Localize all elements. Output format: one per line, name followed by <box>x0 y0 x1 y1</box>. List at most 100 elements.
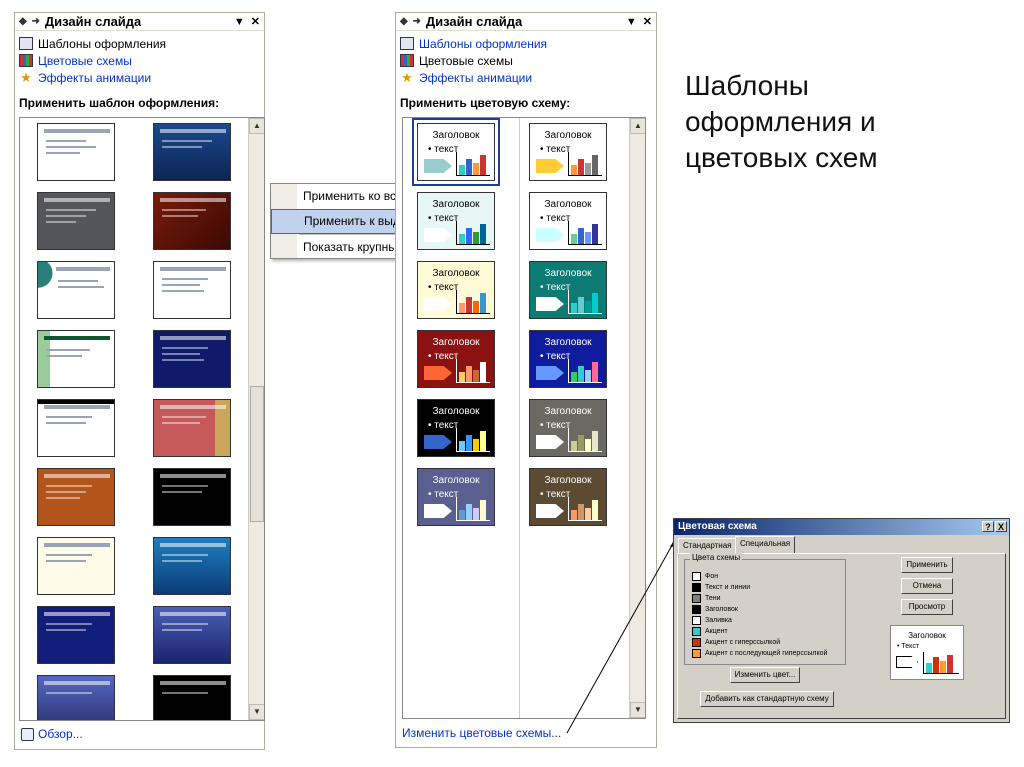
apply-button[interactable]: Применить <box>901 557 953 573</box>
right-pane-title-bar: ◆ ➜ Дизайн слайда ▼ ✕ <box>396 13 656 31</box>
scheme-color-row[interactable]: Заливка <box>692 615 732 626</box>
pane-menu-icon[interactable]: ▼ <box>234 16 245 28</box>
dialog-title-bar: Цветовая схема ? X <box>674 519 1009 535</box>
template-thumb[interactable] <box>37 675 115 720</box>
template-thumb[interactable] <box>37 192 115 250</box>
slide-title-line: Шаблоны <box>685 70 809 101</box>
help-icon[interactable]: ? <box>982 521 994 532</box>
preview-button[interactable]: Просмотр <box>901 599 953 615</box>
color-swatch <box>692 605 701 614</box>
template-thumb[interactable] <box>37 606 115 664</box>
link-color-schemes[interactable]: Цветовые схемы <box>400 52 656 69</box>
scheme-preview: Заголовок • Текст <box>890 625 964 680</box>
change-color-button[interactable]: Изменить цвет... <box>730 667 800 683</box>
tab-custom[interactable]: Специальная <box>735 536 796 553</box>
color-scheme-swatch[interactable]: Заголовок • текст <box>412 118 500 186</box>
add-standard-button[interactable]: Добавить как стандартную схему <box>700 691 834 707</box>
link-templates[interactable]: Шаблоны оформления <box>19 35 264 52</box>
template-thumb[interactable] <box>153 537 231 595</box>
color-scheme-swatch[interactable]: Заголовок • текст <box>417 330 495 388</box>
browse-link[interactable]: Обзор... <box>21 727 83 741</box>
scheme-color-row[interactable]: Текст и линии <box>692 582 750 593</box>
color-row-label: Акцент с гиперссылкой <box>705 638 781 646</box>
pane-menu-icon[interactable]: ▼ <box>626 16 637 28</box>
scheme-arrow-icon <box>424 504 452 518</box>
scheme-arrow-icon <box>536 435 564 449</box>
scheme-bar-chart-icon <box>456 221 490 245</box>
template-thumb[interactable] <box>153 123 231 181</box>
close-icon[interactable]: X <box>995 521 1007 532</box>
scheme-heading: Заголовок <box>432 130 480 141</box>
template-thumb[interactable] <box>37 537 115 595</box>
cancel-button[interactable]: Отмена <box>901 578 953 594</box>
scroll-down-icon[interactable]: ▼ <box>630 702 645 718</box>
color-scheme-dialog: Цветовая схема ? X Стандартная Специальн… <box>673 518 1010 723</box>
back-forward-icon[interactable]: ◆ ➜ <box>400 16 422 27</box>
template-thumb[interactable] <box>153 192 231 250</box>
scroll-up-icon[interactable]: ▲ <box>630 118 645 134</box>
scroll-thumb[interactable] <box>250 386 264 522</box>
template-thumb[interactable] <box>37 468 115 526</box>
scheme-heading: Заголовок <box>432 337 480 348</box>
template-thumb[interactable] <box>153 261 231 319</box>
color-scheme-swatch[interactable]: Заголовок • текст <box>417 261 495 319</box>
scheme-bar-chart-icon <box>456 428 490 452</box>
link-animation-effects[interactable]: ★ Эффекты анимации <box>400 69 656 86</box>
scheme-heading: Заголовок <box>544 199 592 210</box>
color-scheme-swatch[interactable]: Заголовок • текст <box>417 399 495 457</box>
color-scheme-swatch[interactable]: Заголовок • текст <box>529 261 607 319</box>
pane-close-icon[interactable]: ✕ <box>251 15 260 28</box>
scheme-bar-chart-icon <box>456 152 490 176</box>
scheme-bar-chart-icon <box>568 152 602 176</box>
color-scheme-swatch[interactable]: Заголовок • текст <box>529 399 607 457</box>
template-thumb[interactable] <box>153 330 231 388</box>
back-forward-icon[interactable]: ◆ ➜ <box>19 16 41 27</box>
template-thumb[interactable] <box>153 675 231 720</box>
link-templates[interactable]: Шаблоны оформления <box>400 35 656 52</box>
template-thumb[interactable] <box>37 261 115 319</box>
template-thumb[interactable] <box>37 123 115 181</box>
dialog-title: Цветовая схема <box>678 521 757 532</box>
scheme-text: • текст <box>540 351 571 362</box>
apply-color-scheme-label: Применить цветовую схему: <box>400 96 571 110</box>
link-color-schemes-label: Цветовые схемы <box>38 53 132 68</box>
browse-link-label: Обзор... <box>38 727 83 741</box>
pane-close-icon[interactable]: ✕ <box>643 15 652 28</box>
left-pane-title: Дизайн слайда <box>44 14 142 29</box>
scheme-color-row[interactable]: Акцент с последующей гиперссылкой <box>692 648 827 659</box>
color-scheme-swatch[interactable]: Заголовок • текст <box>529 468 607 526</box>
scheme-arrow-icon <box>424 297 452 311</box>
scheme-heading: Заголовок <box>432 199 480 210</box>
scheme-heading: Заголовок <box>544 130 592 141</box>
color-swatch <box>692 616 701 625</box>
template-thumb[interactable] <box>37 330 115 388</box>
color-scheme-swatch[interactable]: Заголовок • текст <box>529 123 607 181</box>
scheme-color-row[interactable]: Акцент <box>692 626 728 637</box>
template-list-scrollbar[interactable]: ▲ ▼ <box>248 118 264 720</box>
color-scheme-swatch[interactable]: Заголовок • текст <box>529 192 607 250</box>
link-color-schemes[interactable]: Цветовые схемы <box>19 52 264 69</box>
link-animation-effects[interactable]: ★ Эффекты анимации <box>19 69 264 86</box>
scheme-text: • текст <box>540 282 571 293</box>
scroll-up-icon[interactable]: ▲ <box>249 118 264 134</box>
scheme-color-row[interactable]: Тени <box>692 593 721 604</box>
scheme-color-row[interactable]: Заголовок <box>692 604 738 615</box>
scheme-list-scrollbar[interactable]: ▲ ▼ <box>629 118 645 718</box>
scheme-bar-chart-icon <box>568 221 602 245</box>
template-thumb[interactable] <box>153 468 231 526</box>
color-scheme-swatch[interactable]: Заголовок • текст <box>417 192 495 250</box>
scroll-down-icon[interactable]: ▼ <box>249 704 264 720</box>
template-thumb[interactable] <box>37 399 115 457</box>
left-pane-title-bar: ◆ ➜ Дизайн слайда ▼ ✕ <box>15 13 264 31</box>
scheme-color-row[interactable]: Акцент с гиперссылкой <box>692 637 780 648</box>
template-thumb[interactable] <box>153 606 231 664</box>
color-scheme-swatch[interactable]: Заголовок • текст <box>529 330 607 388</box>
scheme-arrow-icon <box>424 366 452 380</box>
template-thumb[interactable] <box>153 399 231 457</box>
color-row-label: Фон <box>705 572 719 580</box>
scheme-color-row[interactable]: Фон <box>692 571 718 582</box>
edit-color-schemes-link[interactable]: Изменить цветовые схемы... <box>402 726 561 740</box>
color-scheme-swatch[interactable]: Заголовок • текст <box>417 468 495 526</box>
tab-standard[interactable]: Стандартная <box>678 538 737 553</box>
scheme-text: • текст <box>540 489 571 500</box>
